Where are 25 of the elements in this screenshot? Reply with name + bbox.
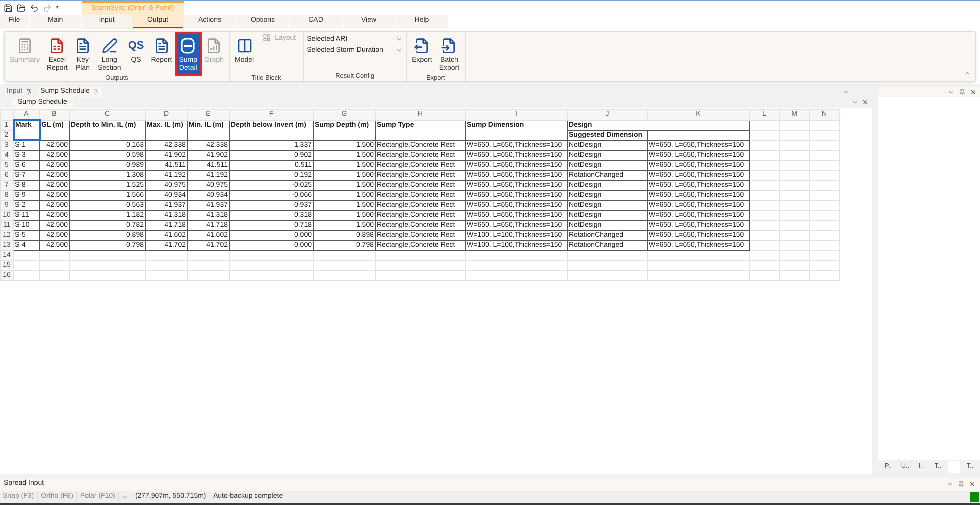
export-icon (414, 38, 430, 54)
container-icon (180, 38, 196, 54)
undo-icon[interactable] (30, 4, 39, 12)
pen-icon (102, 38, 118, 54)
chevron-icon[interactable] (948, 88, 955, 96)
document-icon (74, 38, 91, 54)
calculator-icon (16, 38, 33, 54)
columns-icon (236, 38, 253, 54)
save-icon[interactable] (4, 4, 13, 12)
qs-icon: QS (128, 38, 144, 54)
chevron-icon[interactable] (947, 481, 954, 488)
close-icon[interactable] (969, 481, 976, 488)
folder-icon[interactable] (17, 4, 26, 12)
document-arrow-icon (441, 38, 458, 54)
pin-icon[interactable] (26, 89, 32, 95)
spreadsheet-icon (49, 38, 66, 54)
close-icon[interactable] (970, 88, 977, 96)
chevron-icon[interactable] (122, 494, 130, 500)
grid-icon (263, 34, 272, 42)
document-icon (154, 38, 170, 54)
redo-icon[interactable] (43, 4, 52, 12)
collapse-icon[interactable] (964, 70, 971, 77)
status-indicator (970, 492, 979, 502)
chart-document-icon (206, 38, 222, 54)
close-icon[interactable] (862, 99, 869, 106)
